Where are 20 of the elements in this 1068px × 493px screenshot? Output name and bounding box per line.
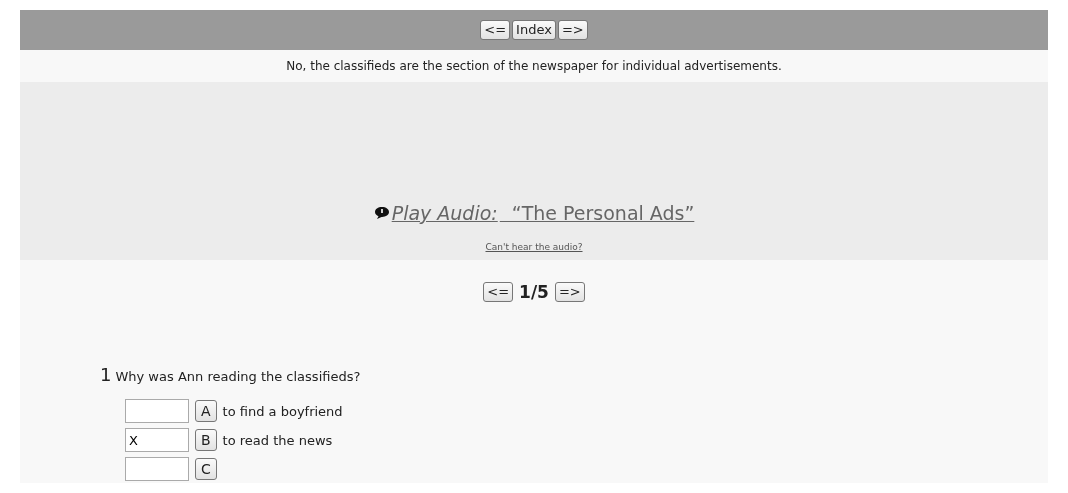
answer-field[interactable] — [125, 399, 189, 423]
option-button[interactable]: B — [195, 429, 217, 451]
question-number: 1 — [100, 364, 112, 385]
next-button[interactable]: => — [557, 20, 588, 40]
option-text: to find a boyfriend — [222, 403, 343, 419]
option-button[interactable]: C — [195, 458, 217, 480]
previous-button[interactable]: <= — [483, 282, 514, 302]
next-button[interactable]: => — [554, 282, 585, 302]
option-button[interactable]: A — [195, 400, 217, 422]
answer-field[interactable] — [125, 457, 189, 481]
feedback-text: No, the classifieds are the section of the newspaper for individual advertisements. — [286, 59, 782, 73]
help-link[interactable]: Can't hear the audio? — [485, 242, 583, 252]
page-counter: 1/5 — [519, 282, 549, 302]
question-text: Why was Ann reading the classifieds? — [115, 369, 361, 384]
index-button[interactable]: Index — [512, 20, 556, 40]
option-text: to read the news — [222, 432, 333, 448]
answer-field[interactable]: X — [125, 428, 189, 452]
speech-bubble-icon — [373, 206, 390, 220]
play-audio-link[interactable]: Play Audio: “The Personal Ads” — [373, 202, 695, 224]
previous-button[interactable]: <= — [480, 20, 511, 40]
